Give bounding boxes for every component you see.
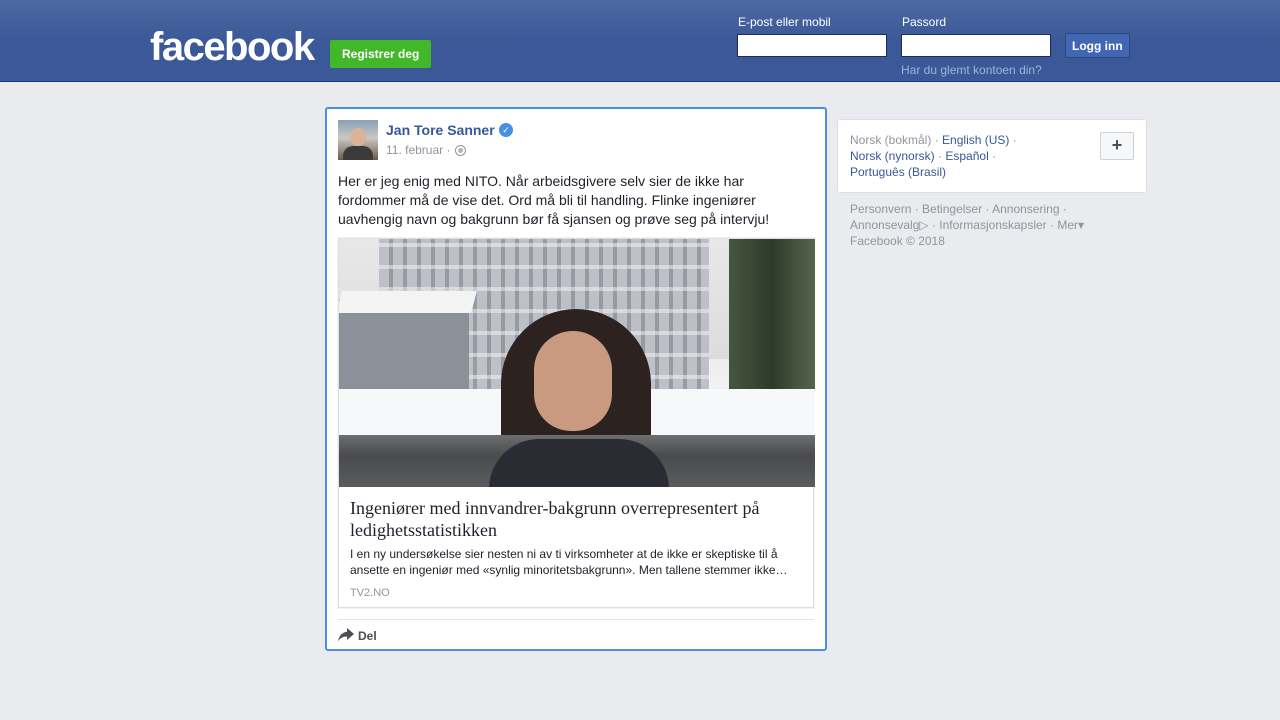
language-separator: ·	[992, 149, 997, 163]
share-button[interactable]: Del	[358, 629, 377, 643]
language-espanol[interactable]: Español	[945, 149, 988, 163]
image-person-body	[489, 439, 669, 487]
image-tree	[729, 239, 815, 409]
date-separator: ·	[446, 143, 451, 157]
author-avatar[interactable]	[338, 120, 378, 160]
footer-links: Personvern · Betingelser · Annonsering ·…	[850, 202, 1085, 248]
avatar-body	[343, 146, 373, 160]
image-shed-roof	[339, 291, 477, 313]
footer-link-mer[interactable]: Mer	[1057, 218, 1078, 232]
globe-icon	[455, 145, 466, 156]
more-languages-button[interactable]: +	[1100, 132, 1134, 160]
language-norsk-nynorsk[interactable]: Norsk (nynorsk)	[850, 149, 935, 163]
footer-link-annonsering[interactable]: Annonsering	[992, 202, 1059, 216]
language-english-us[interactable]: English (US)	[942, 133, 1009, 147]
footer-link-personvern[interactable]: Personvern	[850, 202, 911, 216]
language-separator: ·	[938, 149, 943, 163]
caret-down-icon: ▾	[1078, 218, 1085, 232]
share-arrow-icon	[338, 628, 354, 642]
footer-link-informasjonskapsler[interactable]: Informasjonskapsler	[939, 218, 1046, 232]
language-current: Norsk (bokmål)	[850, 133, 932, 147]
language-selector-box: Norsk (bokmål) · English (US) · Norsk (n…	[837, 119, 1147, 193]
language-separator: ·	[1012, 133, 1017, 147]
image-person-face	[534, 331, 612, 431]
author-name-link[interactable]: Jan Tore Sanner	[386, 122, 495, 138]
language-list: Norsk (bokmål) · English (US) · Norsk (n…	[850, 132, 1080, 180]
footer-link-annonsevalg[interactable]: Annonsevalg	[850, 218, 919, 232]
email-label: E-post eller mobil	[738, 15, 831, 29]
register-button[interactable]: Registrer deg	[330, 40, 432, 68]
adchoices-icon: ▷	[919, 218, 929, 232]
copyright: Facebook © 2018	[850, 234, 945, 248]
post-text: Her er jeg enig med NITO. Når arbeidsgiv…	[338, 173, 770, 227]
forgot-account-link[interactable]: Har du glemt kontoen din?	[901, 63, 1042, 77]
password-label: Passord	[902, 15, 947, 29]
language-separator: ·	[934, 133, 939, 147]
email-input[interactable]	[737, 34, 887, 57]
link-preview-image[interactable]	[339, 239, 815, 487]
footer-link-betingelser[interactable]: Betingelser	[922, 202, 982, 216]
link-preview[interactable]: Ingeniører med innvandrer-bakgrunn overr…	[338, 238, 815, 608]
verified-badge-icon: ✓	[499, 123, 513, 137]
link-source: TV2.NO	[350, 587, 390, 599]
password-input[interactable]	[901, 34, 1051, 57]
language-portugues-brasil[interactable]: Português (Brasil)	[850, 165, 946, 179]
avatar-face	[350, 128, 366, 146]
top-bar: facebook Registrer deg E-post eller mobi…	[0, 0, 1280, 82]
link-title[interactable]: Ingeniører med innvandrer-bakgrunn overr…	[350, 497, 790, 541]
post-date[interactable]: 11. februar ·	[386, 143, 451, 157]
facebook-logo[interactable]: facebook	[150, 26, 315, 68]
post-date-text: 11. februar	[386, 143, 444, 157]
link-description: I en ny undersøkelse sier nesten ni av t…	[350, 547, 788, 577]
post-card: Jan Tore Sanner ✓ 11. februar · Her er j…	[325, 107, 827, 651]
login-button[interactable]: Logg inn	[1065, 33, 1130, 58]
link-preview-text[interactable]: Ingeniører med innvandrer-bakgrunn overr…	[339, 487, 813, 607]
post-actions: Del	[338, 619, 814, 649]
